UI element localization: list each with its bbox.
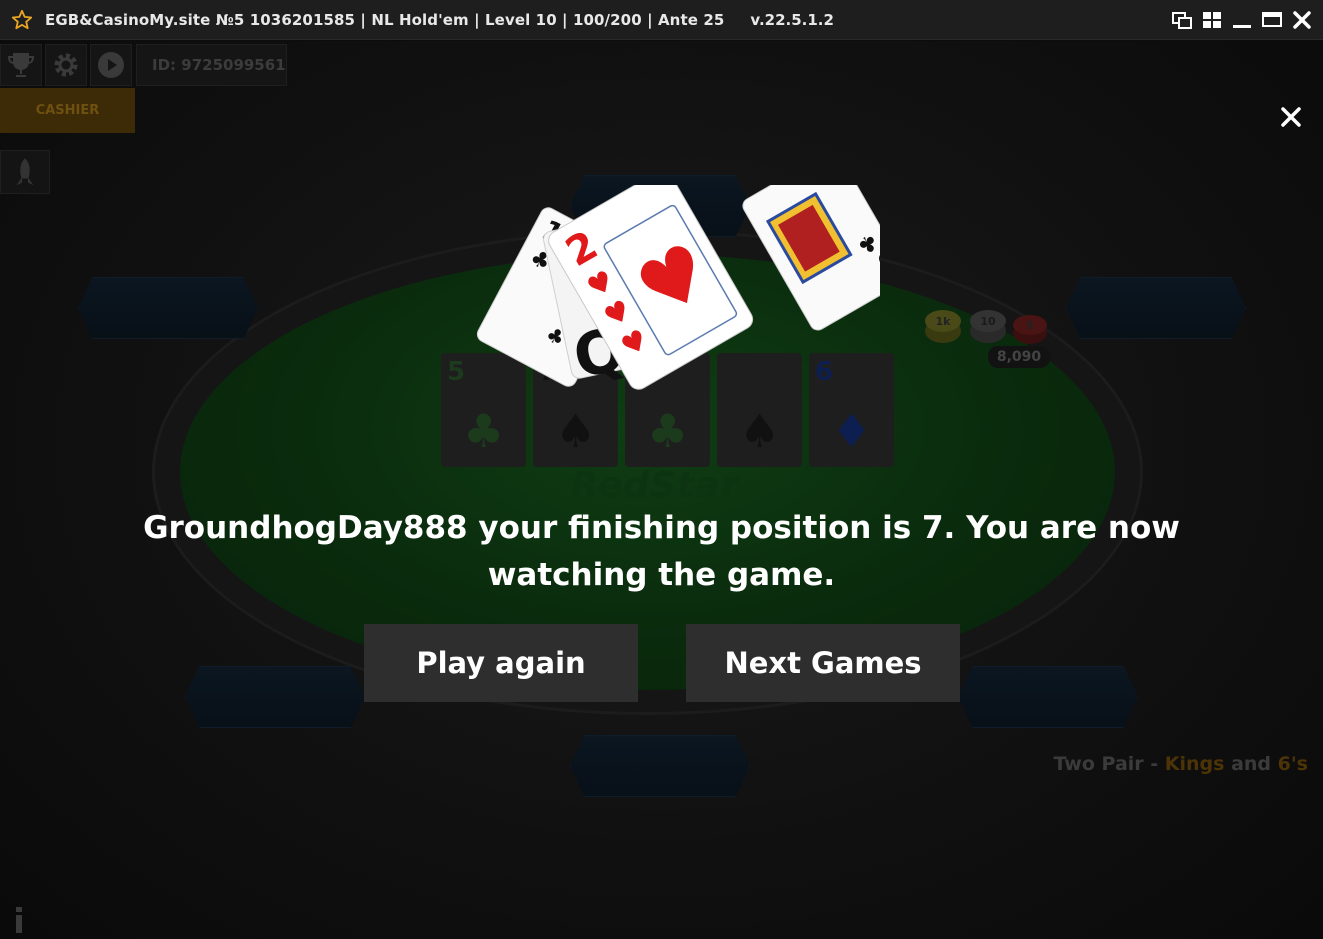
close-icon[interactable] [1290,7,1313,32]
jack-of-clubs-card: J ♣ [742,185,880,331]
window-title: EGB&CasinoMy.site №5 1036201585 | NL Hol… [45,10,725,29]
play-again-button[interactable]: Play again [364,624,638,702]
client-version: v.22.5.1.2 [750,10,834,29]
minimize-icon[interactable] [1230,7,1253,32]
window-controls [1170,7,1313,32]
close-dialog-icon[interactable] [1278,104,1304,130]
finish-dialog [0,41,1323,939]
maximize-icon[interactable] [1260,7,1283,32]
restore-windows-icon[interactable] [1170,7,1193,32]
next-games-button[interactable]: Next Games [686,624,960,702]
title-bar: EGB&CasinoMy.site №5 1036201585 | NL Hol… [0,0,1323,40]
poker-client-window: EGB&CasinoMy.site №5 1036201585 | NL Hol… [0,0,1323,939]
finish-message: GroundhogDay888 your finishing position … [143,510,1180,593]
tile-icon[interactable] [1200,7,1223,32]
fanned-cards-illustration: 10 ♣ ♣ ♣ J ♣ Q 2 ♥ ♥ ♥ [476,185,880,393]
star-logo-icon [11,9,33,29]
